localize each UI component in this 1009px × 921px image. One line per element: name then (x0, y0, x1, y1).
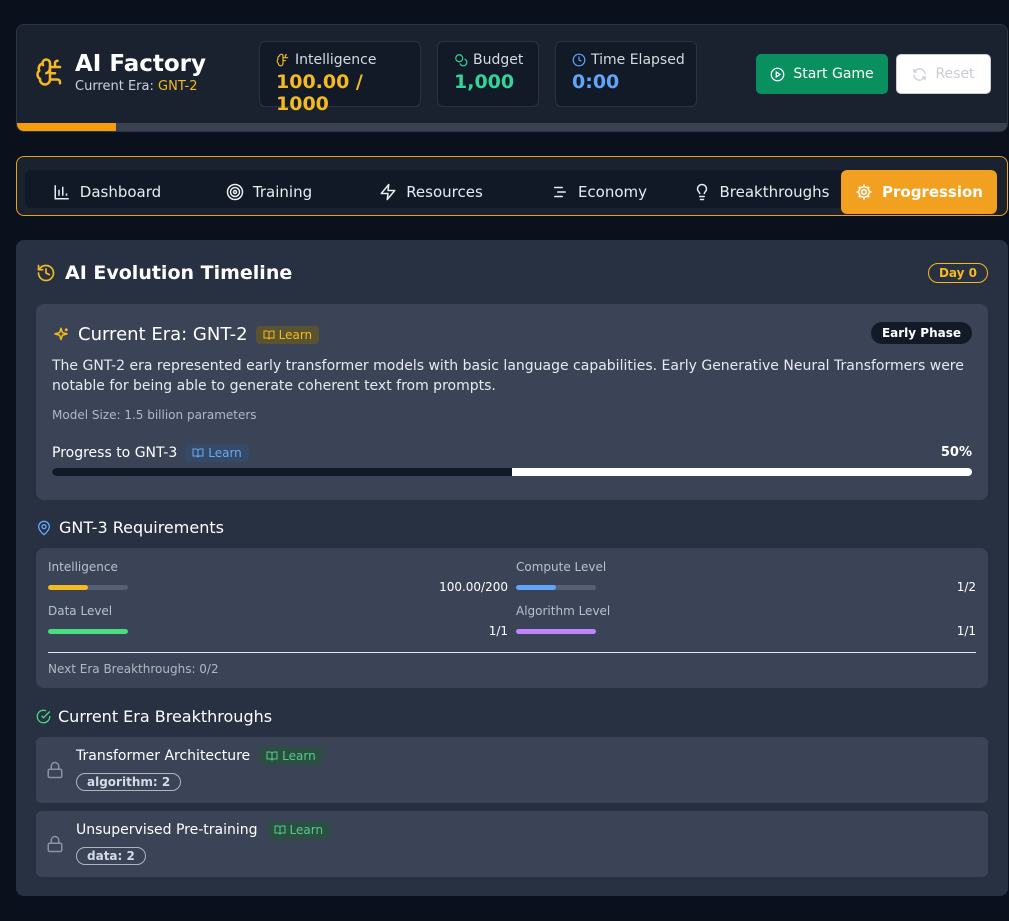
requirement-bar (516, 628, 596, 634)
lightning-icon (380, 183, 396, 201)
next-era-progress-fill (52, 468, 512, 476)
next-era-progress-percent: 50% (940, 445, 972, 460)
next-era-breakthroughs: Next Era Breakthroughs: 0/2 (48, 662, 219, 676)
phase-badge: Early Phase (870, 322, 972, 344)
book-icon (274, 825, 286, 835)
tab-economy[interactable]: Economy (539, 170, 659, 214)
book-icon (263, 330, 275, 340)
breakthrough-card[interactable]: Transformer Architecture Learn algorithm… (36, 737, 988, 803)
check-circle-icon (36, 709, 51, 724)
coins-icon (455, 54, 468, 67)
requirement-algorithm: Algorithm Level 1/1 (516, 604, 976, 638)
lock-icon (47, 835, 63, 853)
requirement-data: Data Level 1/1 (48, 604, 508, 638)
current-era-title: Current Era: GNT-2 Learn (52, 324, 320, 345)
learn-button[interactable]: Learn (259, 747, 323, 765)
breakthrough-card[interactable]: Unsupervised Pre-training Learn data: 2 (36, 811, 988, 877)
next-era-progress-label: Progress to GNT-3 Learn (52, 444, 249, 462)
day-badge: Day 0 (927, 263, 988, 283)
tab-resources[interactable]: Resources (371, 170, 491, 214)
map-pin-icon (37, 520, 51, 536)
lines-icon (553, 186, 566, 198)
budget-label: Budget (473, 52, 524, 68)
history-icon (37, 264, 55, 282)
current-era-value: GNT-2 (158, 79, 198, 94)
time-value: 0:00 (572, 71, 620, 93)
book-icon (192, 448, 204, 458)
start-game-button[interactable]: Start Game (756, 54, 888, 94)
budget-stat: Budget 1,000 (437, 41, 539, 107)
progression-panel: AI Evolution Timeline Day 0 Current Era:… (16, 240, 1008, 896)
requirement-bar (48, 628, 128, 634)
breakthrough-tag: data: 2 (76, 847, 146, 865)
app-title: AI Factory (75, 51, 207, 77)
breakthrough-title: Transformer Architecture Learn (76, 747, 323, 765)
budget-value: 1,000 (454, 71, 515, 93)
era-progress-strip (17, 123, 1007, 131)
sparkles-icon (54, 327, 68, 340)
divider (48, 652, 976, 653)
requirement-bar-fill (516, 584, 556, 590)
timeline-title: AI Evolution Timeline (36, 262, 292, 284)
requirement-compute: Compute Level 1/2 (516, 560, 976, 594)
tab-breakthroughs[interactable]: Breakthroughs (689, 170, 833, 214)
header-bar: AI Factory Current Era: GNT-2 Intelligen… (16, 24, 1008, 132)
tab-progression[interactable]: Progression (841, 170, 997, 214)
current-era-card: Current Era: GNT-2 Learn Early Phase The… (36, 304, 988, 500)
target-icon (226, 183, 244, 201)
reset-button[interactable]: Reset (896, 54, 991, 94)
brand: AI Factory Current Era: GNT-2 (35, 50, 206, 94)
clock-icon (572, 53, 586, 67)
current-era-label: Current Era: GNT-2 (75, 79, 198, 94)
model-size: Model Size: 1.5 billion parameters (52, 408, 257, 422)
requirement-bar-fill (516, 628, 596, 634)
lock-icon (47, 761, 63, 779)
gear-icon (856, 184, 872, 200)
time-stat: Time Elapsed 0:00 (555, 41, 697, 107)
requirement-bar-fill (48, 584, 88, 590)
bar-chart-icon (54, 185, 69, 200)
next-era-progress-bar (52, 468, 972, 476)
intelligence-label: Intelligence (295, 52, 377, 68)
brain-icon (276, 53, 289, 67)
requirements-title: GNT-3 Requirements (36, 518, 224, 537)
refresh-icon (913, 67, 927, 81)
breakthrough-tag: algorithm: 2 (76, 773, 182, 791)
era-description: The GNT-2 era represented early transfor… (52, 358, 964, 394)
tab-dashboard[interactable]: Dashboard (47, 170, 167, 214)
requirement-bar (516, 584, 596, 590)
lightbulb-icon (696, 183, 707, 201)
learn-button[interactable]: Learn (185, 444, 249, 462)
tab-bar: Dashboard Training Resources Economy Bre… (16, 156, 1008, 216)
requirement-bar (48, 584, 128, 590)
requirements-card: Intelligence 100.00/200 Compute Level 1/… (36, 548, 988, 688)
play-circle-icon (770, 67, 785, 81)
book-icon (266, 751, 278, 761)
breakthroughs-title: Current Era Breakthroughs (36, 707, 272, 726)
requirement-bar-fill (48, 628, 128, 634)
learn-button[interactable]: Learn (255, 325, 320, 344)
brain-icon (36, 58, 62, 86)
era-progress-fill (17, 123, 116, 131)
requirement-intelligence: Intelligence 100.00/200 (48, 560, 508, 594)
tab-training[interactable]: Training (213, 170, 325, 214)
time-label: Time Elapsed (591, 52, 685, 68)
intelligence-stat: Intelligence 100.00 / 1000 (259, 41, 421, 115)
breakthrough-title: Unsupervised Pre-training Learn (76, 821, 331, 839)
intelligence-value: 100.00 / 1000 (276, 71, 363, 115)
learn-button[interactable]: Learn (266, 821, 331, 839)
